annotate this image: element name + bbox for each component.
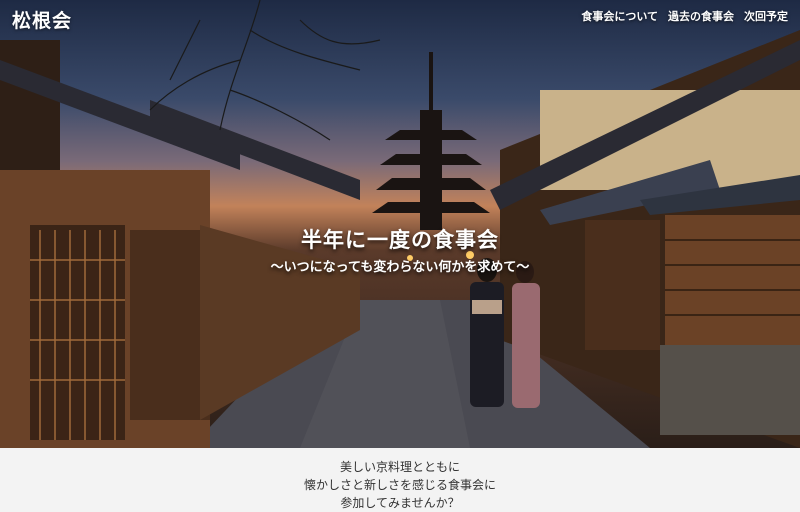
site-logo[interactable]: 松根会 [12, 6, 72, 33]
main-nav: 食事会について 過去の食事会 次回予定 [581, 8, 788, 24]
nav-item-next-schedule[interactable]: 次回予定 [744, 8, 788, 24]
hero-subtitle: 〜いつになっても変わらない何かを求めて〜 [270, 260, 530, 275]
intro-line: 懐かしさと新しさを感じる食事会に [303, 478, 496, 492]
nav-item-about[interactable]: 食事会について [581, 8, 658, 24]
intro-line: 参加してみませんか？ [340, 496, 460, 510]
intro-section: 美しい京料理とともに 懐かしさと新しさを感じる食事会に 参加してみませんか？ [0, 448, 800, 510]
pagoda-silhouette [372, 52, 490, 230]
nav-item-past-events[interactable]: 過去の食事会 [668, 8, 734, 24]
hero-title: 半年に一度の食事会 [301, 228, 499, 252]
hero-section: 松根会 食事会について 過去の食事会 次回予定 半年に一度の食事会 〜いつになっ… [0, 0, 800, 448]
intro-line: 美しい京料理とともに [339, 460, 460, 474]
